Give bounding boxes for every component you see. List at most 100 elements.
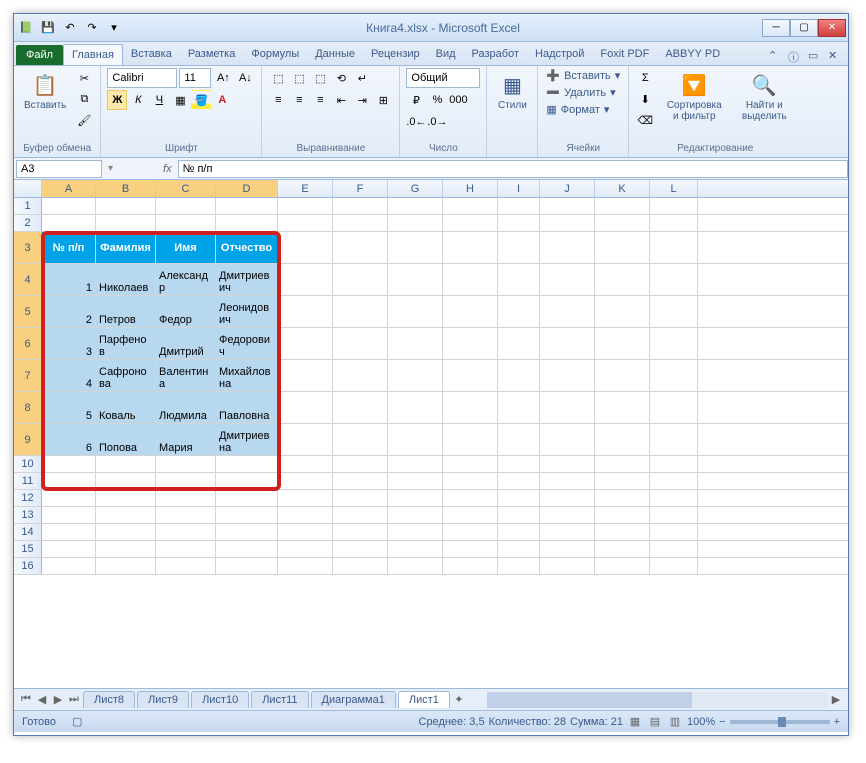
- cell[interactable]: Петров: [96, 296, 156, 327]
- increase-indent-icon[interactable]: ⇥: [352, 90, 372, 110]
- cell[interactable]: Имя: [156, 232, 216, 263]
- styles-button[interactable]: ▦ Стили: [493, 68, 531, 113]
- undo-icon[interactable]: ↶: [60, 18, 80, 38]
- column-header[interactable]: F: [333, 180, 388, 197]
- cell[interactable]: Федорович: [216, 328, 278, 359]
- cell[interactable]: [42, 198, 96, 214]
- row-header[interactable]: 8: [14, 392, 42, 423]
- cell[interactable]: [443, 473, 498, 489]
- align-top-icon[interactable]: ⬚: [268, 68, 288, 88]
- cell[interactable]: [216, 198, 278, 214]
- cell[interactable]: [333, 490, 388, 506]
- qat-more-icon[interactable]: ▾: [104, 18, 124, 38]
- page-break-view-icon[interactable]: ▥: [667, 714, 683, 730]
- cell[interactable]: [156, 524, 216, 540]
- fx-icon[interactable]: fx: [157, 163, 178, 175]
- cell[interactable]: [278, 198, 333, 214]
- border-icon[interactable]: ▦: [170, 90, 190, 110]
- cell[interactable]: Отчество: [216, 232, 278, 263]
- minimize-ribbon-icon[interactable]: ⌃: [768, 49, 784, 65]
- cell[interactable]: [650, 198, 698, 214]
- align-center-icon[interactable]: ≡: [289, 90, 309, 110]
- cell[interactable]: [156, 507, 216, 523]
- cell[interactable]: [443, 507, 498, 523]
- row-header[interactable]: 4: [14, 264, 42, 295]
- cell[interactable]: [540, 524, 595, 540]
- cell[interactable]: [498, 473, 540, 489]
- row-header[interactable]: 9: [14, 424, 42, 455]
- column-header[interactable]: L: [650, 180, 698, 197]
- close-button[interactable]: ✕: [818, 19, 846, 37]
- cell[interactable]: [540, 424, 595, 455]
- cell[interactable]: [498, 558, 540, 574]
- cell[interactable]: [42, 507, 96, 523]
- save-icon[interactable]: 💾: [38, 18, 58, 38]
- cell[interactable]: [156, 490, 216, 506]
- cell[interactable]: Дмитриевна: [216, 424, 278, 455]
- cell[interactable]: [595, 490, 650, 506]
- cell[interactable]: [333, 264, 388, 295]
- cell[interactable]: [278, 328, 333, 359]
- cell[interactable]: [650, 524, 698, 540]
- font-name-combo[interactable]: [107, 68, 177, 88]
- cell[interactable]: [278, 424, 333, 455]
- cell[interactable]: [278, 473, 333, 489]
- cell[interactable]: [388, 524, 443, 540]
- cell[interactable]: [595, 264, 650, 295]
- cell[interactable]: [156, 198, 216, 214]
- cell[interactable]: [443, 456, 498, 472]
- paste-button[interactable]: 📋 Вставить: [20, 68, 70, 113]
- cell[interactable]: [278, 456, 333, 472]
- cell[interactable]: [443, 296, 498, 327]
- cell[interactable]: [540, 558, 595, 574]
- sheet-tab[interactable]: Лист1: [398, 691, 450, 708]
- cell[interactable]: Парфенов: [96, 328, 156, 359]
- row-header[interactable]: 6: [14, 328, 42, 359]
- sheet-tab[interactable]: Лист9: [137, 691, 189, 708]
- cell[interactable]: [540, 507, 595, 523]
- cell[interactable]: [595, 328, 650, 359]
- cell[interactable]: [96, 507, 156, 523]
- format-painter-icon[interactable]: 🖌: [74, 110, 94, 130]
- row-header[interactable]: 1: [14, 198, 42, 214]
- cut-icon[interactable]: ✂: [74, 68, 94, 88]
- cell[interactable]: [278, 392, 333, 423]
- row-header[interactable]: 12: [14, 490, 42, 506]
- column-header[interactable]: I: [498, 180, 540, 197]
- zoom-level[interactable]: 100%: [687, 716, 715, 728]
- cell[interactable]: [278, 360, 333, 391]
- cell[interactable]: [498, 232, 540, 263]
- cell[interactable]: [216, 541, 278, 557]
- cell[interactable]: [650, 558, 698, 574]
- cell[interactable]: [540, 473, 595, 489]
- file-tab[interactable]: Файл: [16, 45, 63, 65]
- cell[interactable]: [498, 264, 540, 295]
- cell[interactable]: [650, 264, 698, 295]
- cell[interactable]: [498, 507, 540, 523]
- ribbon-tab[interactable]: Foxit PDF: [592, 44, 657, 65]
- cell[interactable]: [595, 473, 650, 489]
- cell[interactable]: [333, 558, 388, 574]
- cell[interactable]: [333, 392, 388, 423]
- cell[interactable]: [650, 215, 698, 231]
- align-left-icon[interactable]: ≡: [268, 90, 288, 110]
- cell[interactable]: [540, 541, 595, 557]
- cell[interactable]: [595, 424, 650, 455]
- cell[interactable]: [443, 215, 498, 231]
- decrease-indent-icon[interactable]: ⇤: [331, 90, 351, 110]
- cell[interactable]: Мария: [156, 424, 216, 455]
- cell[interactable]: [216, 507, 278, 523]
- cell[interactable]: [498, 198, 540, 214]
- fill-icon[interactable]: ⬇: [635, 89, 655, 109]
- formula-input[interactable]: [178, 160, 848, 178]
- cell[interactable]: 4: [42, 360, 96, 391]
- cell[interactable]: [650, 490, 698, 506]
- percent-icon[interactable]: %: [427, 90, 447, 110]
- next-sheet-icon[interactable]: ▶: [50, 692, 66, 708]
- cell[interactable]: [595, 215, 650, 231]
- cell[interactable]: [595, 198, 650, 214]
- cell[interactable]: [388, 328, 443, 359]
- align-right-icon[interactable]: ≡: [310, 90, 330, 110]
- cell[interactable]: [595, 558, 650, 574]
- ribbon-tab[interactable]: ABBYY PD: [657, 44, 728, 65]
